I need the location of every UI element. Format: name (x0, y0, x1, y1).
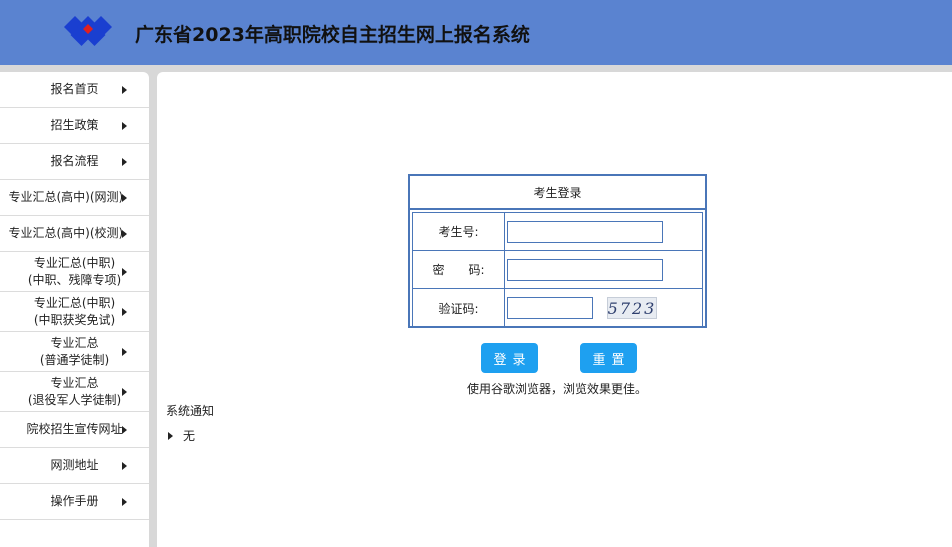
notice-item-text: 无 (183, 429, 196, 443)
sidebar-item-process[interactable]: 报名流程 (0, 144, 149, 180)
exam-no-input[interactable] (507, 220, 663, 243)
caret-right-icon (168, 431, 173, 440)
password-input[interactable] (507, 258, 663, 281)
notice-title: 系统通知 (166, 404, 215, 418)
caret-right-icon (122, 497, 127, 506)
sidebar-item-label-group: 专业汇总(中职) (中职获奖免试) (16, 295, 134, 329)
site-title: 广东省2023年高职院校自主招生网上报名系统 (135, 24, 530, 46)
main-content: 考生登录 考生号: 密 码: 验证码: 5723 登录 重置 使用谷歌浏览器，浏… (157, 72, 952, 547)
caret-right-icon (122, 387, 127, 396)
browser-hint: 使用谷歌浏览器，浏览效果更佳。 (467, 382, 648, 396)
logo-icon (64, 16, 112, 46)
sidebar-item-majors-highschool-campus[interactable]: 专业汇总(高中)(校测) (0, 216, 149, 252)
sidebar-item-label-group: 专业汇总 (退役军人学徒制) (16, 375, 134, 409)
sidebar-item-label-line1: 专业汇总(中职) (33, 295, 116, 310)
caret-right-icon (122, 267, 127, 276)
captcha-image[interactable]: 5723 (607, 297, 657, 319)
caret-right-icon (122, 157, 127, 166)
sidebar-item-home[interactable]: 报名首页 (0, 72, 149, 108)
header-bar: 广东省2023年高职院校自主招生网上报名系统 (0, 0, 952, 65)
password-label: 密 码: (413, 251, 505, 288)
sidebar-item-label: 报名流程 (50, 154, 99, 168)
captcha-row: 验证码: 5723 (413, 289, 702, 327)
password-field-cell (505, 251, 702, 288)
sidebar-item-label-line2: (普通学徒制) (39, 352, 110, 367)
sidebar-item-label: 网测地址 (50, 458, 99, 472)
sidebar-item-online-test-url[interactable]: 网测地址 (0, 448, 149, 484)
sidebar-item-college-websites[interactable]: 院校招生宣传网址 (0, 412, 149, 448)
sidebar-item-label-group: 专业汇总 (普通学徒制) (16, 335, 134, 369)
login-form: 考生号: 密 码: 验证码: 5723 (412, 212, 703, 328)
sidebar-item-majors-apprentice[interactable]: 专业汇总 (普通学徒制) (0, 332, 149, 372)
login-button[interactable]: 登录 (481, 343, 538, 373)
exam-no-row: 考生号: (413, 213, 702, 251)
sidebar-item-label-line1: 专业汇总 (50, 335, 99, 350)
captcha-label: 验证码: (413, 289, 505, 327)
sidebar-item-majors-highschool-online[interactable]: 专业汇总(高中)(网测) (0, 180, 149, 216)
caret-right-icon (122, 461, 127, 470)
sidebar-item-label: 报名首页 (50, 82, 99, 96)
caret-right-icon (122, 347, 127, 356)
sidebar-nav: 报名首页 招生政策 报名流程 专业汇总(高中)(网测) 专业汇总(高中)(校测)… (0, 72, 149, 547)
sidebar-item-label-line2: (中职、残障专项) (27, 272, 122, 287)
sidebar-item-policy[interactable]: 招生政策 (0, 108, 149, 144)
sidebar-item-label-group: 专业汇总(中职) (中职、残障专项) (16, 255, 134, 289)
captcha-field-cell: 5723 (505, 289, 702, 327)
sidebar-item-manual[interactable]: 操作手册 (0, 484, 149, 520)
exam-no-label: 考生号: (413, 213, 505, 250)
caret-right-icon (122, 229, 127, 238)
sidebar-item-label-line1: 专业汇总(中职) (33, 255, 116, 270)
caret-right-icon (122, 121, 127, 130)
password-row: 密 码: (413, 251, 702, 289)
login-panel: 考生登录 考生号: 密 码: 验证码: 5723 (408, 174, 707, 328)
caret-right-icon (122, 193, 127, 202)
caret-right-icon (122, 307, 127, 316)
sidebar-item-label: 操作手册 (50, 494, 99, 508)
login-title: 考生登录 (410, 176, 705, 210)
sidebar-item-majors-vocational-special[interactable]: 专业汇总(中职) (中职、残障专项) (0, 252, 149, 292)
sidebar-item-label: 院校招生宣传网址 (26, 422, 123, 436)
notice-item: 无 (168, 427, 195, 444)
caret-right-icon (122, 425, 127, 434)
sidebar-item-label-line1: 专业汇总 (50, 375, 99, 390)
sidebar-item-majors-veteran-apprentice[interactable]: 专业汇总 (退役军人学徒制) (0, 372, 149, 412)
exam-no-field-cell (505, 213, 702, 250)
sidebar-item-label-line2: (中职获奖免试) (33, 312, 116, 327)
captcha-input[interactable] (507, 297, 593, 319)
reset-button[interactable]: 重置 (580, 343, 637, 373)
caret-right-icon (122, 85, 127, 94)
sidebar-item-majors-vocational-award[interactable]: 专业汇总(中职) (中职获奖免试) (0, 292, 149, 332)
sidebar-item-label-line2: (退役军人学徒制) (27, 392, 122, 407)
sidebar-item-label: 招生政策 (50, 118, 99, 132)
